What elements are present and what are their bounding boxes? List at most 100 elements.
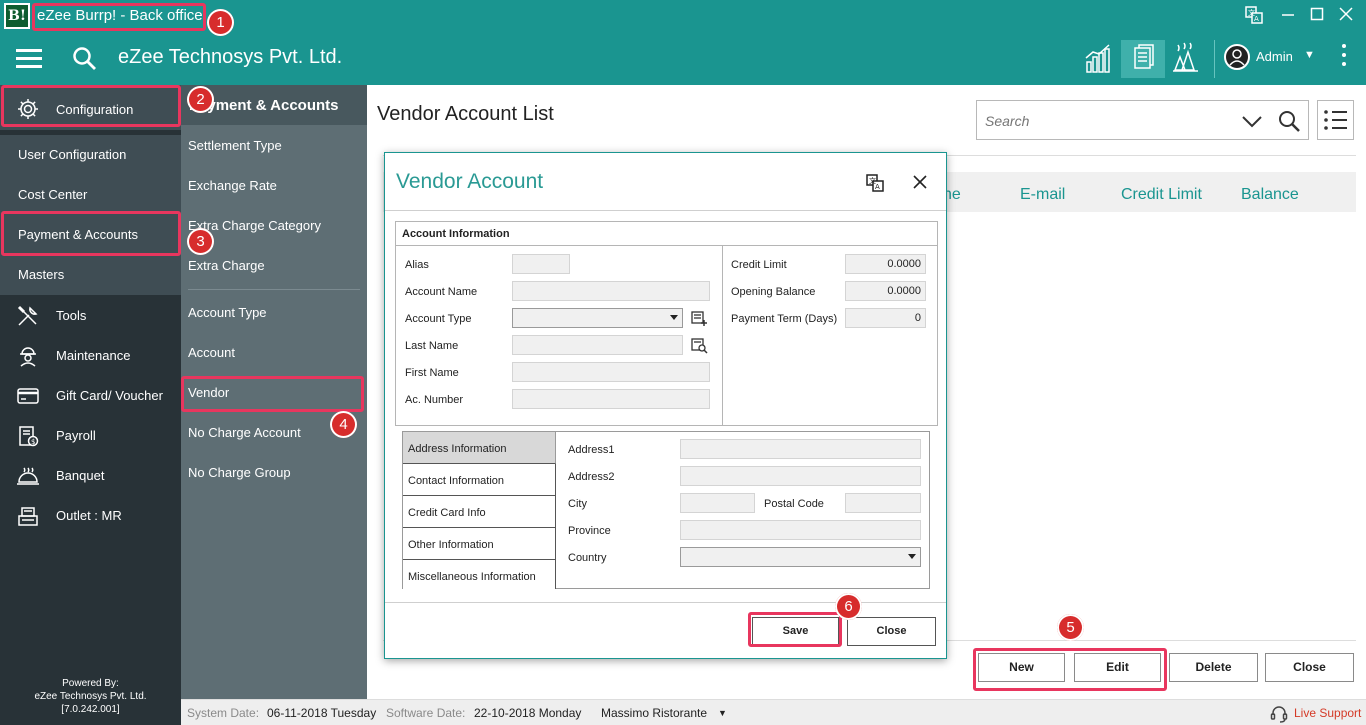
minimize-icon[interactable] (1278, 6, 1298, 26)
callout-badge-6: 6 (835, 593, 862, 620)
address2-field[interactable] (680, 466, 921, 486)
submenu-item-no-charge-account[interactable]: No Charge Account (188, 425, 301, 440)
banquet-icon (16, 464, 40, 488)
callout-badge-3: 3 (187, 228, 214, 255)
tab-miscellaneous-information[interactable]: Miscellaneous Information (403, 560, 556, 589)
city-label: City (568, 498, 587, 510)
opening-balance-field[interactable]: 0.0000 (845, 281, 926, 301)
search-box[interactable] (976, 100, 1309, 140)
sidebar-item-gift-card[interactable]: Gift Card/ Voucher (0, 375, 181, 415)
submenu-item-account-type[interactable]: Account Type (188, 305, 267, 320)
column-header-credit-limit[interactable]: Credit Limit (1121, 186, 1202, 204)
postal-code-field[interactable] (845, 493, 921, 513)
chevron-down-icon[interactable]: ▼ (718, 708, 727, 718)
window-close-icon[interactable] (1336, 6, 1356, 26)
support-headset-icon[interactable] (1269, 703, 1289, 723)
cash-register-icon (16, 504, 40, 528)
country-label: Country (568, 552, 607, 564)
sidebar-item-payroll[interactable]: $ Payroll (0, 415, 181, 455)
credit-limit-field[interactable]: 0.0000 (845, 254, 926, 274)
page-title: Vendor Account List (377, 103, 554, 125)
live-support-link[interactable]: Live Support (1294, 706, 1361, 720)
highlight-vendor (181, 376, 364, 412)
dialog-title: Vendor Account (396, 170, 544, 193)
callout-badge-2: 2 (187, 86, 214, 113)
ac-number-field[interactable] (512, 389, 710, 409)
hamburger-menu-icon[interactable] (16, 49, 42, 69)
sidebar-item-label: User Configuration (18, 147, 127, 162)
submenu-item-extra-charge[interactable]: Extra Charge (188, 258, 265, 273)
sidebar-item-label: Cost Center (18, 187, 88, 202)
user-avatar-icon[interactable] (1224, 44, 1250, 70)
documents-icon[interactable] (1121, 40, 1165, 78)
sidebar-item-label: Outlet : MR (56, 508, 122, 523)
tab-label: Credit Card Info (408, 507, 486, 519)
sidebar-subitem-cost-center[interactable]: Cost Center (0, 175, 181, 215)
reports-chart-icon[interactable] (1076, 40, 1120, 78)
tab-contact-information[interactable]: Contact Information (403, 464, 556, 496)
sidebar-item-tools[interactable]: Tools (0, 295, 181, 335)
translate-icon[interactable]: 文A (866, 174, 886, 194)
credit-card-icon (16, 384, 40, 408)
highlight-configuration (1, 85, 181, 127)
credit-limit-label: Credit Limit (731, 259, 787, 271)
chevron-down-icon[interactable] (1240, 111, 1264, 131)
column-header-email[interactable]: E-mail (1020, 186, 1065, 204)
list-view-icon[interactable] (1317, 100, 1354, 140)
close-button[interactable]: Close (1265, 653, 1354, 682)
sidebar-subitem-user-configuration[interactable]: User Configuration (0, 135, 181, 175)
callout-badge-1: 1 (207, 9, 234, 36)
first-name-field[interactable] (512, 362, 710, 382)
outlet-selector[interactable]: Massimo Ristorante (601, 706, 707, 720)
alias-field[interactable] (512, 254, 570, 274)
company-name: eZee Technosys Pvt. Ltd. (118, 46, 343, 68)
sidebar-item-outlet[interactable]: Outlet : MR (0, 495, 181, 535)
close-icon[interactable] (910, 172, 930, 192)
sidebar-item-maintenance[interactable]: Maintenance (0, 335, 181, 375)
submenu-item-settlement-type[interactable]: Settlement Type (188, 138, 282, 153)
maximize-icon[interactable] (1307, 6, 1327, 26)
highlight-payment-accounts (1, 211, 181, 256)
province-label: Province (568, 525, 611, 537)
province-field[interactable] (680, 520, 921, 540)
column-header-balance[interactable]: Balance (1241, 186, 1299, 204)
tab-label: Other Information (408, 539, 494, 551)
country-select[interactable] (680, 547, 921, 567)
payment-term-field[interactable]: 0 (845, 308, 926, 328)
app-logo: B! (4, 3, 30, 29)
sidebar-item-label: Payroll (56, 428, 96, 443)
last-name-field[interactable] (512, 335, 683, 355)
tab-address-information[interactable]: Address Information (403, 432, 556, 464)
address1-field[interactable] (680, 439, 921, 459)
translate-icon[interactable]: 文A (1244, 6, 1264, 26)
submenu-item-exchange-rate[interactable]: Exchange Rate (188, 178, 277, 193)
user-name[interactable]: Admin (1256, 49, 1293, 64)
account-type-select[interactable] (512, 308, 683, 328)
sidebar-subitem-masters[interactable]: Masters (0, 255, 181, 295)
sidebar-item-label: Gift Card/ Voucher (56, 388, 163, 403)
submenu-item-no-charge-group[interactable]: No Charge Group (188, 465, 291, 480)
lookup-icon[interactable] (690, 336, 708, 354)
search-icon[interactable] (72, 46, 98, 72)
highlight-save (748, 612, 842, 647)
submenu-item-account[interactable]: Account (188, 345, 235, 360)
more-options-icon[interactable] (1338, 44, 1350, 72)
section-column-divider (722, 246, 723, 426)
add-list-icon[interactable] (690, 309, 708, 327)
account-type-label: Account Type (405, 313, 472, 325)
kitchen-icon[interactable] (1164, 40, 1208, 78)
tab-label: Contact Information (408, 475, 504, 487)
address1-label: Address1 (568, 444, 615, 456)
section-title: Account Information (402, 228, 510, 240)
account-name-field[interactable] (512, 281, 710, 301)
dialog-close-button[interactable]: Close (847, 617, 936, 646)
search-input[interactable] (985, 110, 1225, 132)
search-icon[interactable] (1277, 109, 1301, 133)
city-field[interactable] (680, 493, 755, 513)
sidebar-item-banquet[interactable]: Banquet (0, 455, 181, 495)
chevron-down-icon[interactable]: ▼ (1304, 49, 1315, 61)
delete-button[interactable]: Delete (1169, 653, 1258, 682)
powered-by: Powered By: eZee Technosys Pvt. Ltd. [7.… (0, 677, 181, 716)
tab-other-information[interactable]: Other Information (403, 528, 556, 560)
tab-credit-card-info[interactable]: Credit Card Info (403, 496, 556, 528)
